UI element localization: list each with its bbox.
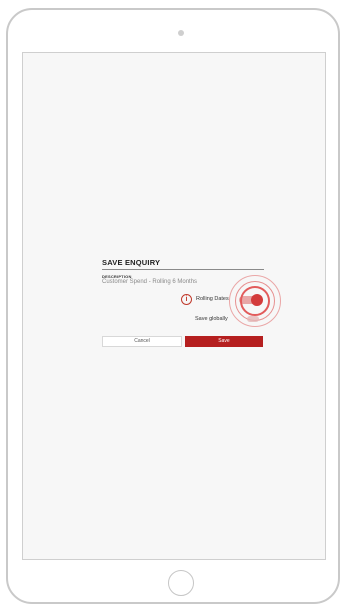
- cancel-button[interactable]: Cancel: [102, 336, 182, 347]
- rolling-dates-toggle[interactable]: [239, 294, 263, 306]
- toggle-knob: [251, 294, 263, 306]
- dialog-title: SAVE ENQUIRY: [102, 258, 161, 267]
- save-globally-label: Save globally: [195, 316, 228, 322]
- home-button[interactable]: [168, 570, 194, 596]
- description-field[interactable]: Customer Spend - Rolling 6 Months: [102, 279, 197, 285]
- camera-dot: [178, 30, 184, 36]
- tablet-screen: SAVE ENQUIRY DESCRIPTION Customer Spend …: [22, 52, 326, 560]
- info-icon[interactable]: i: [181, 294, 192, 305]
- title-divider: [102, 269, 264, 270]
- save-button[interactable]: Save: [185, 336, 263, 347]
- save-globally-toggle[interactable]: [247, 316, 259, 322]
- rolling-dates-label: Rolling Dates: [196, 296, 229, 302]
- tablet-device: SAVE ENQUIRY DESCRIPTION Customer Spend …: [6, 8, 340, 604]
